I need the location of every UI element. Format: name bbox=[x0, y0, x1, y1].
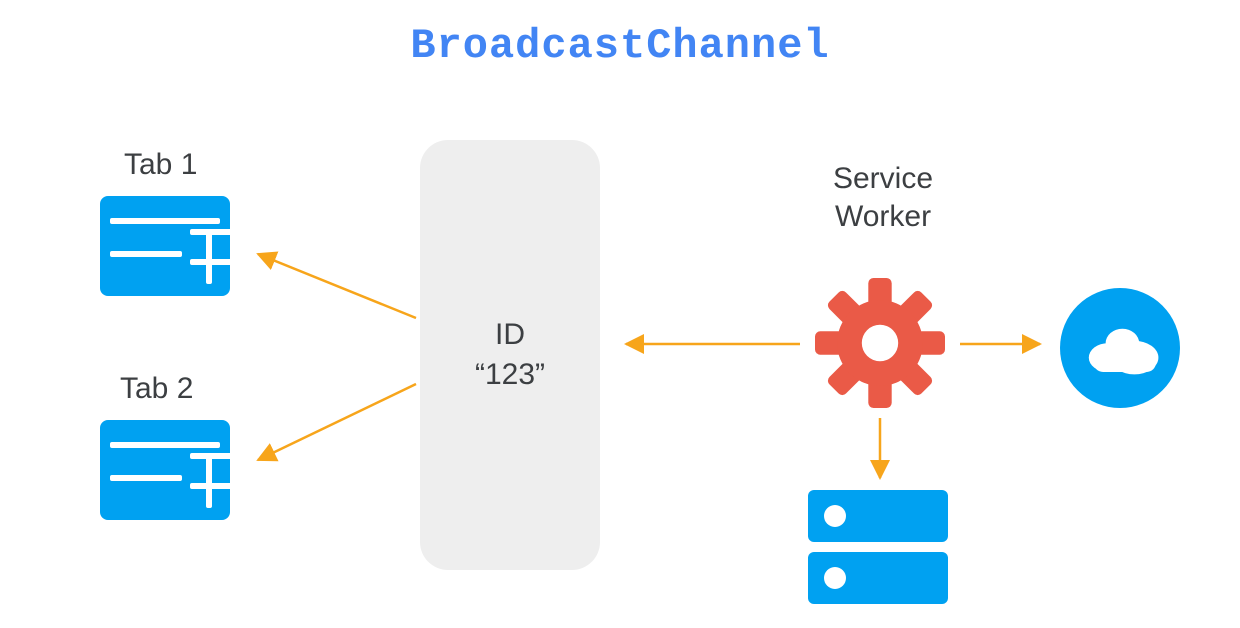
tab-2-label: Tab 2 bbox=[120, 372, 193, 406]
arrows-layer bbox=[0, 0, 1240, 628]
browser-window-icon bbox=[100, 196, 230, 296]
broadcast-channel-node: ID “123” bbox=[420, 140, 600, 570]
tab-1-label: Tab 1 bbox=[124, 148, 197, 182]
service-worker-label: Service Worker bbox=[783, 160, 983, 235]
gear-icon bbox=[815, 278, 945, 408]
channel-id-label: ID bbox=[495, 318, 525, 351]
arrow-channel-to-tab-2 bbox=[258, 384, 416, 460]
diagram-stage: BroadcastChannel Tab 1 Tab 2 ID “123” Se… bbox=[0, 0, 1240, 628]
channel-id-value: “123” bbox=[475, 358, 545, 391]
diagram-title: BroadcastChannel bbox=[0, 22, 1240, 70]
browser-window-icon bbox=[100, 420, 230, 520]
cloud-icon bbox=[1060, 288, 1180, 408]
arrow-channel-to-tab-1 bbox=[258, 254, 416, 318]
server-stack-icon bbox=[808, 490, 948, 605]
